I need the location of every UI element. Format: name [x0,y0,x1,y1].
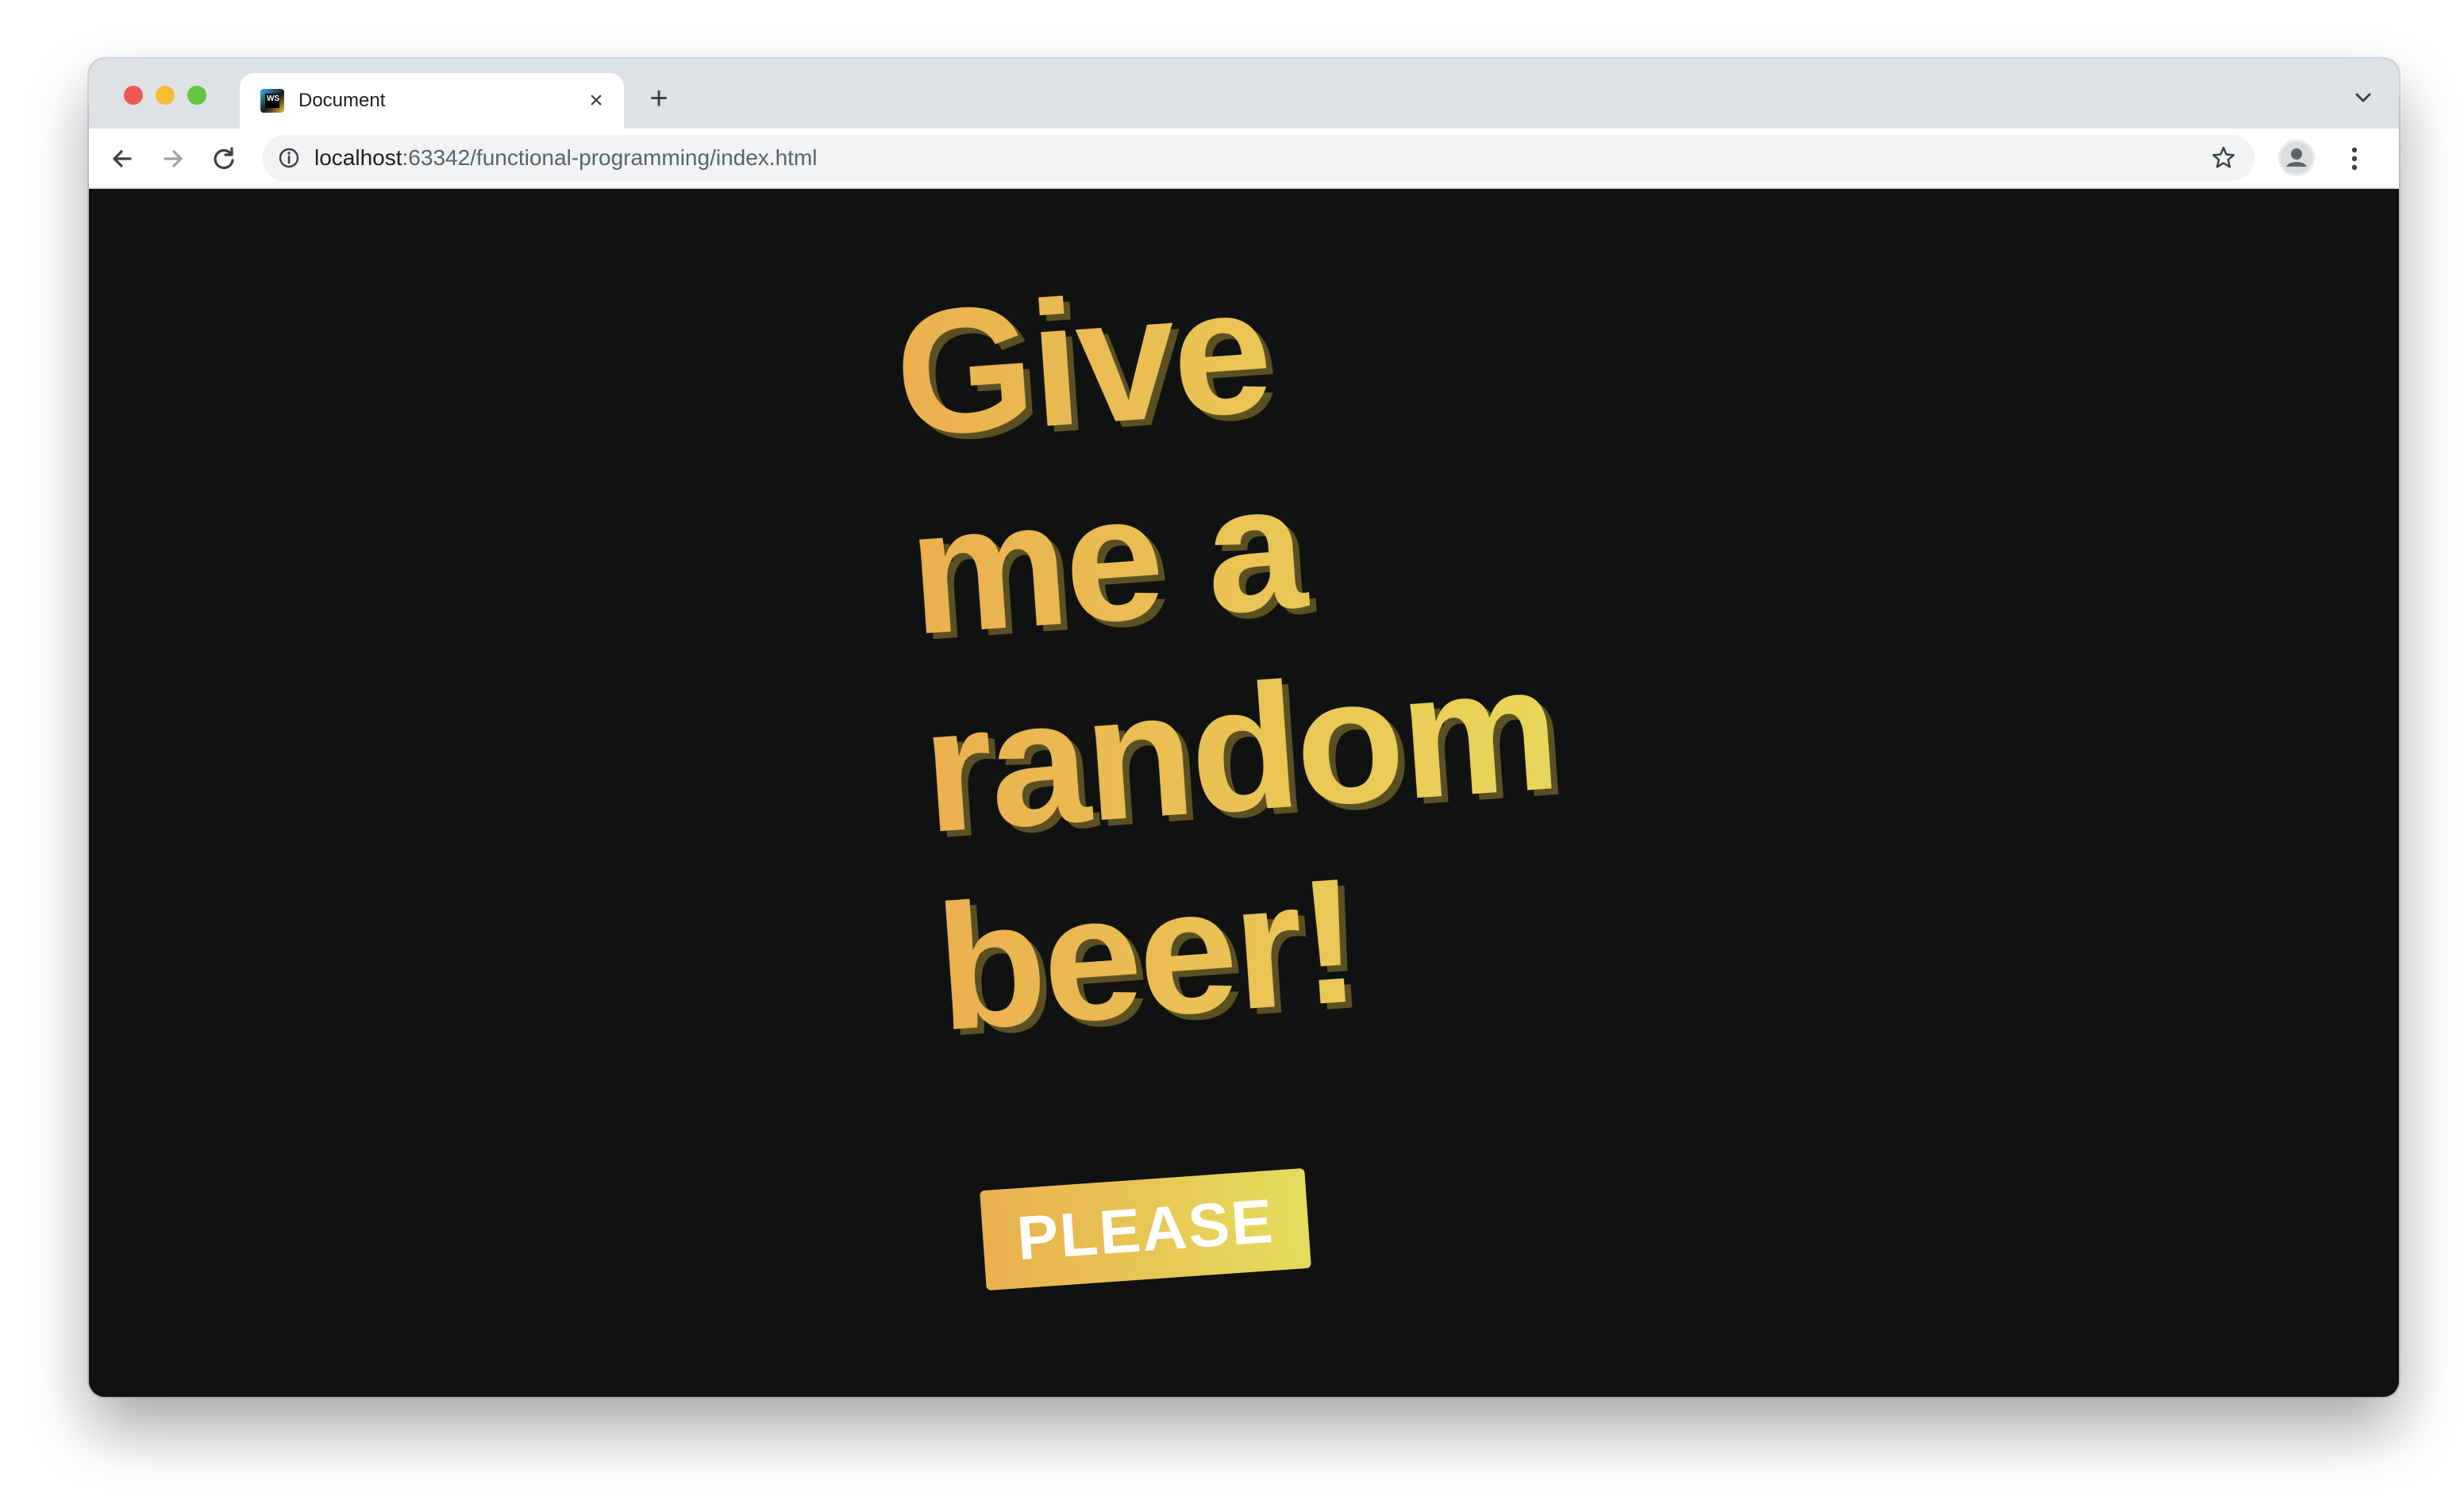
please-button[interactable]: PLEASE [980,1167,1311,1291]
webstorm-favicon-icon: WS [260,89,284,113]
browser-window: WS Document × + localhost:63342/function… [89,59,2399,1397]
person-icon[interactable] [2278,140,2315,176]
tab-strip: WS Document × + [89,59,2399,129]
page-viewport: Give me a random beer! PLEASE [89,189,2399,1397]
zoom-window-icon[interactable] [187,86,206,105]
minimize-window-icon[interactable] [156,86,175,105]
star-icon[interactable] [2210,144,2237,171]
info-icon[interactable] [278,147,300,169]
reload-icon[interactable] [208,143,240,175]
arrow-left-icon[interactable] [106,143,138,175]
tab-document[interactable]: WS Document × [240,73,624,129]
kebab-menu-icon[interactable] [2339,143,2370,175]
url-host: localhost [314,145,402,170]
address-bar[interactable]: localhost:63342/functional-programming/i… [262,135,2254,181]
arrow-right-icon[interactable] [157,143,189,175]
chevron-down-icon[interactable] [2350,84,2377,111]
url-text: localhost:63342/functional-programming/i… [314,145,817,171]
tab-title: Document [298,90,386,111]
close-icon[interactable]: × [583,87,610,114]
close-window-icon[interactable] [124,86,143,105]
plus-icon[interactable]: + [643,83,675,114]
browser-toolbar: localhost:63342/functional-programming/i… [89,129,2399,189]
url-path: :63342/functional-programming/index.html [402,145,818,170]
page-headline: Give me a random beer! [889,232,1576,1067]
please-button-label: PLEASE [1014,1185,1276,1273]
